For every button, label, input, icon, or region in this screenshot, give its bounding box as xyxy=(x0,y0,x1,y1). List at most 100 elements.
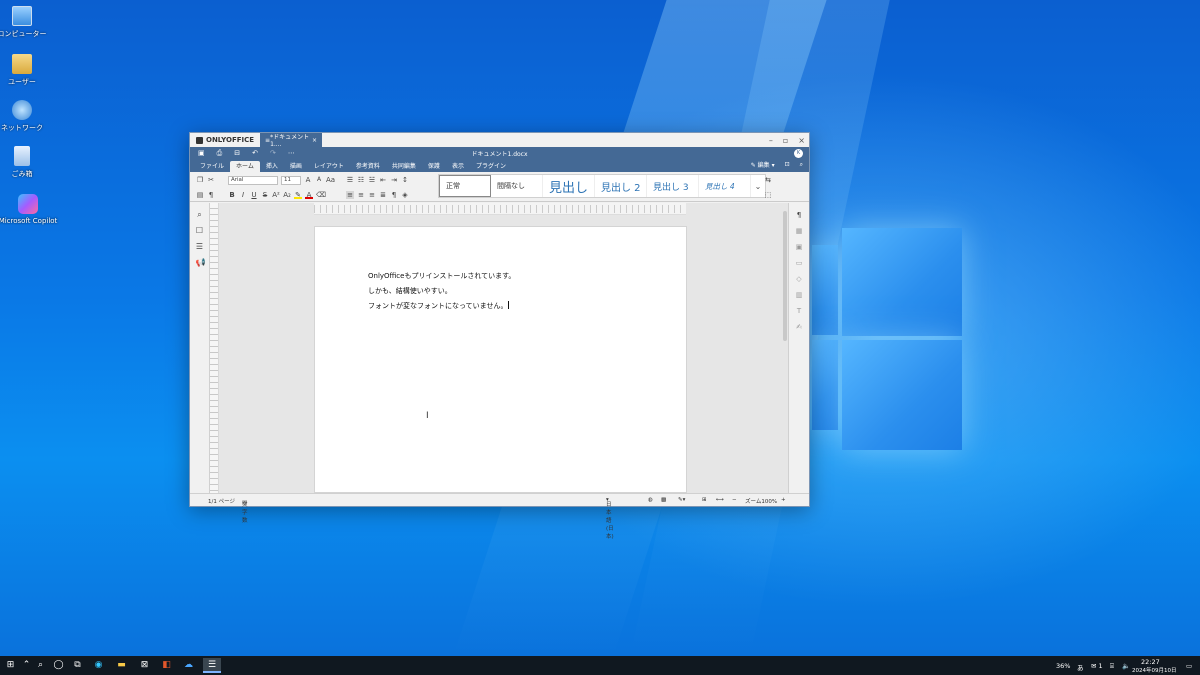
italic-icon[interactable]: I xyxy=(239,191,247,199)
shape-settings-icon[interactable]: ◇ xyxy=(795,275,803,283)
font-name-select[interactable]: Arial xyxy=(228,175,278,185)
document-tab[interactable]: ≡ *ドキュメント1.... × xyxy=(260,133,323,148)
notification-badge[interactable]: ✉ 1 xyxy=(1091,662,1103,670)
minimize-button[interactable]: – xyxy=(769,136,773,145)
search-icon[interactable]: ⌕ xyxy=(33,658,48,673)
cut-icon[interactable]: ✂ xyxy=(207,176,215,184)
paragraph-settings-icon[interactable]: ¶ xyxy=(795,211,803,219)
clock-time[interactable]: 22:27 xyxy=(1141,658,1160,666)
shading-icon[interactable]: ◈ xyxy=(401,191,409,199)
select-icon[interactable]: ⬚ xyxy=(764,191,772,199)
language-select[interactable]: 日本語 (日本) ▾ xyxy=(606,497,614,540)
search-icon[interactable]: ⌕ xyxy=(800,161,803,169)
change-case-icon[interactable]: Aa xyxy=(326,176,335,184)
font-color-icon[interactable]: A xyxy=(305,191,313,199)
numbering-icon[interactable]: ☷ xyxy=(357,176,365,184)
volume-icon[interactable]: 🔈 xyxy=(1122,662,1130,670)
office-icon[interactable]: ◧ xyxy=(159,658,174,673)
menu-file[interactable]: ファイル xyxy=(194,161,230,172)
edit-mode-button[interactable]: ✎ 編集 ▾ xyxy=(751,160,775,169)
store-icon[interactable]: ⊠ xyxy=(137,658,152,673)
desktop-icon-copilot[interactable]: Microsoft Copilot xyxy=(0,194,60,225)
align-left-icon[interactable]: ≡ xyxy=(346,191,354,199)
onlyoffice-taskbar-icon[interactable]: ☰ xyxy=(203,658,221,673)
spellcheck-icon[interactable]: ▩ xyxy=(661,497,666,503)
restore-button[interactable]: ▫ xyxy=(783,136,788,145)
format-painter-icon[interactable]: ¶ xyxy=(207,191,215,199)
navigation-icon[interactable]: ☰ xyxy=(196,243,204,251)
menu-home[interactable]: ホーム xyxy=(230,161,260,172)
file-explorer-icon[interactable]: ▬ xyxy=(114,658,129,673)
clock-date[interactable]: 2024年09月10日 xyxy=(1132,666,1177,674)
increase-font-icon[interactable]: A xyxy=(304,176,312,184)
replace-icon[interactable]: ⇆ xyxy=(764,176,772,184)
strikethrough-icon[interactable]: S xyxy=(261,191,269,199)
menu-collaboration[interactable]: 共同編集 xyxy=(386,161,422,172)
menu-plugins[interactable]: プラグイン xyxy=(470,161,512,172)
styles-expand-icon[interactable]: ⌄ xyxy=(751,175,765,197)
zoom-out-button[interactable]: − xyxy=(732,497,737,503)
menu-references[interactable]: 参考資料 xyxy=(350,161,386,172)
action-center-icon[interactable]: ▭ xyxy=(1186,662,1192,670)
zoom-in-button[interactable]: + xyxy=(781,497,786,503)
edge-icon[interactable]: ◉ xyxy=(91,658,106,673)
paste-icon[interactable]: ▤ xyxy=(196,191,204,199)
desktop-icon-recycle-bin[interactable]: ごみ箱 xyxy=(0,146,52,179)
style-normal[interactable]: 正常 xyxy=(439,175,491,197)
document-page[interactable]: OnlyOfficeもプリインストールされています。 しかも、結構使いやすい。 … xyxy=(314,226,687,493)
ime-indicator[interactable]: あ xyxy=(1077,662,1084,672)
onedrive-icon[interactable]: ☁ xyxy=(181,658,196,673)
signature-icon[interactable]: ✍ xyxy=(795,323,803,331)
document-line-3[interactable]: フォントが変なフォントになっていません。 xyxy=(368,301,510,311)
style-no-spacing[interactable]: 間隔なし xyxy=(491,175,543,197)
paragraph-marks-icon[interactable]: ¶ xyxy=(390,191,398,199)
style-heading-4[interactable]: 見出し 4 xyxy=(699,175,751,197)
table-settings-icon[interactable]: ▦ xyxy=(795,227,803,235)
copy-icon[interactable]: ❐ xyxy=(196,176,204,184)
avatar[interactable]: K xyxy=(794,149,803,158)
menu-layout[interactable]: レイアウト xyxy=(308,161,350,172)
decrease-indent-icon[interactable]: ⇤ xyxy=(379,176,387,184)
desktop-icon-user[interactable]: ユーザー xyxy=(0,54,52,87)
menu-protection[interactable]: 保護 xyxy=(422,161,446,172)
clear-style-icon[interactable]: ⌫ xyxy=(316,191,326,199)
network-tray-icon[interactable]: ⌸ xyxy=(1110,662,1114,671)
tab-close-icon[interactable]: × xyxy=(312,137,317,144)
battery-level[interactable]: 36% xyxy=(1056,662,1070,670)
subscript-icon[interactable]: A₂ xyxy=(283,191,291,199)
open-location-icon[interactable]: ⊡ xyxy=(785,161,790,168)
style-heading-1[interactable]: 見出し xyxy=(543,175,595,197)
style-heading-2[interactable]: 見出し 2 xyxy=(595,175,647,197)
fit-page-icon[interactable]: ⊞ xyxy=(702,497,707,503)
menu-draw[interactable]: 描画 xyxy=(284,161,308,172)
search-icon[interactable]: ⌕ xyxy=(196,211,204,219)
align-center-icon[interactable]: ≡ xyxy=(357,191,365,199)
multilevel-icon[interactable]: ☱ xyxy=(368,176,376,184)
scrollbar-thumb[interactable] xyxy=(783,211,787,341)
brand[interactable]: ONLYOFFICE xyxy=(190,133,260,147)
comments-icon[interactable]: ☐ xyxy=(196,227,204,235)
increase-indent-icon[interactable]: ⇥ xyxy=(390,176,398,184)
start-button[interactable]: ⊞ xyxy=(3,658,18,673)
track-changes-icon[interactable]: ✎▾ xyxy=(678,497,685,503)
close-button[interactable]: × xyxy=(798,136,805,145)
superscript-icon[interactable]: A² xyxy=(272,191,280,199)
bullets-icon[interactable]: ☰ xyxy=(346,176,354,184)
highlight-icon[interactable]: ✎ xyxy=(294,191,302,199)
desktop-icon-computer[interactable]: コンピューター xyxy=(0,6,52,39)
font-size-select[interactable]: 11 xyxy=(281,175,301,185)
image-settings-icon[interactable]: ▣ xyxy=(795,243,803,251)
menu-insert[interactable]: 挿入 xyxy=(260,161,284,172)
document-line-2[interactable]: しかも、結構使いやすい。 xyxy=(368,286,452,296)
textart-settings-icon[interactable]: T xyxy=(795,307,803,315)
justify-icon[interactable]: ≣ xyxy=(379,191,387,199)
desktop-icon-network[interactable]: ネットワーク xyxy=(0,100,52,133)
align-right-icon[interactable]: ≡ xyxy=(368,191,376,199)
decrease-font-icon[interactable]: A xyxy=(315,176,323,184)
cortana-icon[interactable]: ◯ xyxy=(51,658,66,673)
bold-icon[interactable]: B xyxy=(228,191,236,199)
task-view-icon[interactable]: ⧉ xyxy=(70,658,85,673)
underline-icon[interactable]: U xyxy=(250,191,258,199)
chevron-up-icon[interactable]: ⌃ xyxy=(19,658,34,673)
style-heading-3[interactable]: 見出し 3 xyxy=(647,175,699,197)
